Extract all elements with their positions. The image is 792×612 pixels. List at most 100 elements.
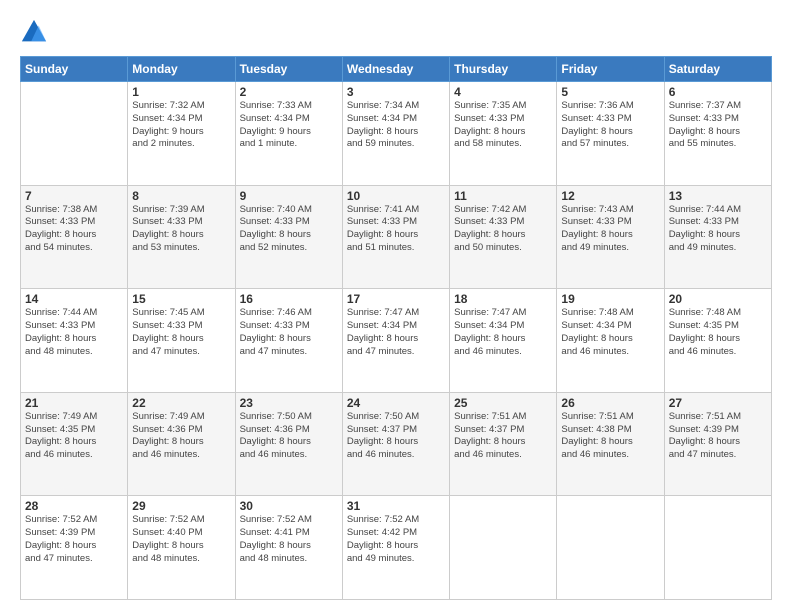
calendar-cell [450, 496, 557, 600]
calendar-cell: 7Sunrise: 7:38 AMSunset: 4:33 PMDaylight… [21, 185, 128, 289]
day-number: 9 [240, 189, 338, 203]
calendar-cell: 30Sunrise: 7:52 AMSunset: 4:41 PMDayligh… [235, 496, 342, 600]
calendar-cell: 13Sunrise: 7:44 AMSunset: 4:33 PMDayligh… [664, 185, 771, 289]
day-info: Sunrise: 7:52 AMSunset: 4:41 PMDaylight:… [240, 514, 338, 565]
header [20, 18, 772, 46]
calendar-week-4: 21Sunrise: 7:49 AMSunset: 4:35 PMDayligh… [21, 392, 772, 496]
day-info: Sunrise: 7:32 AMSunset: 4:34 PMDaylight:… [132, 100, 230, 151]
day-number: 17 [347, 292, 445, 306]
day-header-saturday: Saturday [664, 57, 771, 82]
day-info: Sunrise: 7:47 AMSunset: 4:34 PMDaylight:… [347, 307, 445, 358]
day-number: 18 [454, 292, 552, 306]
day-info: Sunrise: 7:49 AMSunset: 4:35 PMDaylight:… [25, 411, 123, 462]
day-info: Sunrise: 7:39 AMSunset: 4:33 PMDaylight:… [132, 204, 230, 255]
day-number: 10 [347, 189, 445, 203]
day-info: Sunrise: 7:38 AMSunset: 4:33 PMDaylight:… [25, 204, 123, 255]
day-info: Sunrise: 7:43 AMSunset: 4:33 PMDaylight:… [561, 204, 659, 255]
calendar-cell: 29Sunrise: 7:52 AMSunset: 4:40 PMDayligh… [128, 496, 235, 600]
calendar-cell: 19Sunrise: 7:48 AMSunset: 4:34 PMDayligh… [557, 289, 664, 393]
day-number: 29 [132, 499, 230, 513]
calendar-cell: 31Sunrise: 7:52 AMSunset: 4:42 PMDayligh… [342, 496, 449, 600]
calendar-cell: 18Sunrise: 7:47 AMSunset: 4:34 PMDayligh… [450, 289, 557, 393]
day-number: 27 [669, 396, 767, 410]
day-info: Sunrise: 7:36 AMSunset: 4:33 PMDaylight:… [561, 100, 659, 151]
calendar-cell: 12Sunrise: 7:43 AMSunset: 4:33 PMDayligh… [557, 185, 664, 289]
calendar-cell [21, 82, 128, 186]
day-header-tuesday: Tuesday [235, 57, 342, 82]
day-number: 8 [132, 189, 230, 203]
day-number: 20 [669, 292, 767, 306]
day-info: Sunrise: 7:48 AMSunset: 4:35 PMDaylight:… [669, 307, 767, 358]
day-number: 21 [25, 396, 123, 410]
day-number: 1 [132, 85, 230, 99]
day-header-wednesday: Wednesday [342, 57, 449, 82]
day-info: Sunrise: 7:48 AMSunset: 4:34 PMDaylight:… [561, 307, 659, 358]
calendar-week-3: 14Sunrise: 7:44 AMSunset: 4:33 PMDayligh… [21, 289, 772, 393]
calendar-cell: 16Sunrise: 7:46 AMSunset: 4:33 PMDayligh… [235, 289, 342, 393]
day-info: Sunrise: 7:49 AMSunset: 4:36 PMDaylight:… [132, 411, 230, 462]
day-info: Sunrise: 7:46 AMSunset: 4:33 PMDaylight:… [240, 307, 338, 358]
logo-icon [20, 18, 48, 46]
day-number: 3 [347, 85, 445, 99]
calendar-cell: 23Sunrise: 7:50 AMSunset: 4:36 PMDayligh… [235, 392, 342, 496]
day-number: 30 [240, 499, 338, 513]
calendar-cell: 3Sunrise: 7:34 AMSunset: 4:34 PMDaylight… [342, 82, 449, 186]
calendar-cell: 20Sunrise: 7:48 AMSunset: 4:35 PMDayligh… [664, 289, 771, 393]
calendar-header-row: SundayMondayTuesdayWednesdayThursdayFrid… [21, 57, 772, 82]
day-header-thursday: Thursday [450, 57, 557, 82]
calendar: SundayMondayTuesdayWednesdayThursdayFrid… [20, 56, 772, 600]
day-number: 13 [669, 189, 767, 203]
day-number: 12 [561, 189, 659, 203]
calendar-week-1: 1Sunrise: 7:32 AMSunset: 4:34 PMDaylight… [21, 82, 772, 186]
day-info: Sunrise: 7:34 AMSunset: 4:34 PMDaylight:… [347, 100, 445, 151]
calendar-cell: 11Sunrise: 7:42 AMSunset: 4:33 PMDayligh… [450, 185, 557, 289]
day-number: 2 [240, 85, 338, 99]
day-info: Sunrise: 7:50 AMSunset: 4:36 PMDaylight:… [240, 411, 338, 462]
day-number: 19 [561, 292, 659, 306]
day-info: Sunrise: 7:51 AMSunset: 4:37 PMDaylight:… [454, 411, 552, 462]
calendar-cell: 6Sunrise: 7:37 AMSunset: 4:33 PMDaylight… [664, 82, 771, 186]
calendar-cell: 14Sunrise: 7:44 AMSunset: 4:33 PMDayligh… [21, 289, 128, 393]
day-info: Sunrise: 7:51 AMSunset: 4:38 PMDaylight:… [561, 411, 659, 462]
day-number: 22 [132, 396, 230, 410]
calendar-week-2: 7Sunrise: 7:38 AMSunset: 4:33 PMDaylight… [21, 185, 772, 289]
calendar-cell: 26Sunrise: 7:51 AMSunset: 4:38 PMDayligh… [557, 392, 664, 496]
day-header-friday: Friday [557, 57, 664, 82]
day-info: Sunrise: 7:44 AMSunset: 4:33 PMDaylight:… [669, 204, 767, 255]
day-number: 6 [669, 85, 767, 99]
calendar-cell: 8Sunrise: 7:39 AMSunset: 4:33 PMDaylight… [128, 185, 235, 289]
day-number: 14 [25, 292, 123, 306]
calendar-cell: 4Sunrise: 7:35 AMSunset: 4:33 PMDaylight… [450, 82, 557, 186]
calendar-cell: 15Sunrise: 7:45 AMSunset: 4:33 PMDayligh… [128, 289, 235, 393]
calendar-cell: 17Sunrise: 7:47 AMSunset: 4:34 PMDayligh… [342, 289, 449, 393]
day-info: Sunrise: 7:35 AMSunset: 4:33 PMDaylight:… [454, 100, 552, 151]
logo [20, 18, 50, 46]
day-info: Sunrise: 7:45 AMSunset: 4:33 PMDaylight:… [132, 307, 230, 358]
calendar-cell [664, 496, 771, 600]
calendar-cell: 21Sunrise: 7:49 AMSunset: 4:35 PMDayligh… [21, 392, 128, 496]
calendar-cell: 24Sunrise: 7:50 AMSunset: 4:37 PMDayligh… [342, 392, 449, 496]
day-number: 28 [25, 499, 123, 513]
day-info: Sunrise: 7:41 AMSunset: 4:33 PMDaylight:… [347, 204, 445, 255]
calendar-cell: 5Sunrise: 7:36 AMSunset: 4:33 PMDaylight… [557, 82, 664, 186]
day-info: Sunrise: 7:52 AMSunset: 4:40 PMDaylight:… [132, 514, 230, 565]
day-info: Sunrise: 7:52 AMSunset: 4:39 PMDaylight:… [25, 514, 123, 565]
calendar-cell: 2Sunrise: 7:33 AMSunset: 4:34 PMDaylight… [235, 82, 342, 186]
day-info: Sunrise: 7:33 AMSunset: 4:34 PMDaylight:… [240, 100, 338, 151]
day-info: Sunrise: 7:52 AMSunset: 4:42 PMDaylight:… [347, 514, 445, 565]
day-header-monday: Monday [128, 57, 235, 82]
day-info: Sunrise: 7:50 AMSunset: 4:37 PMDaylight:… [347, 411, 445, 462]
day-number: 24 [347, 396, 445, 410]
day-info: Sunrise: 7:37 AMSunset: 4:33 PMDaylight:… [669, 100, 767, 151]
calendar-cell: 9Sunrise: 7:40 AMSunset: 4:33 PMDaylight… [235, 185, 342, 289]
day-number: 26 [561, 396, 659, 410]
calendar-cell: 25Sunrise: 7:51 AMSunset: 4:37 PMDayligh… [450, 392, 557, 496]
page: SundayMondayTuesdayWednesdayThursdayFrid… [0, 0, 792, 612]
day-number: 23 [240, 396, 338, 410]
calendar-week-5: 28Sunrise: 7:52 AMSunset: 4:39 PMDayligh… [21, 496, 772, 600]
day-info: Sunrise: 7:40 AMSunset: 4:33 PMDaylight:… [240, 204, 338, 255]
day-number: 15 [132, 292, 230, 306]
calendar-cell: 10Sunrise: 7:41 AMSunset: 4:33 PMDayligh… [342, 185, 449, 289]
day-number: 4 [454, 85, 552, 99]
day-number: 31 [347, 499, 445, 513]
